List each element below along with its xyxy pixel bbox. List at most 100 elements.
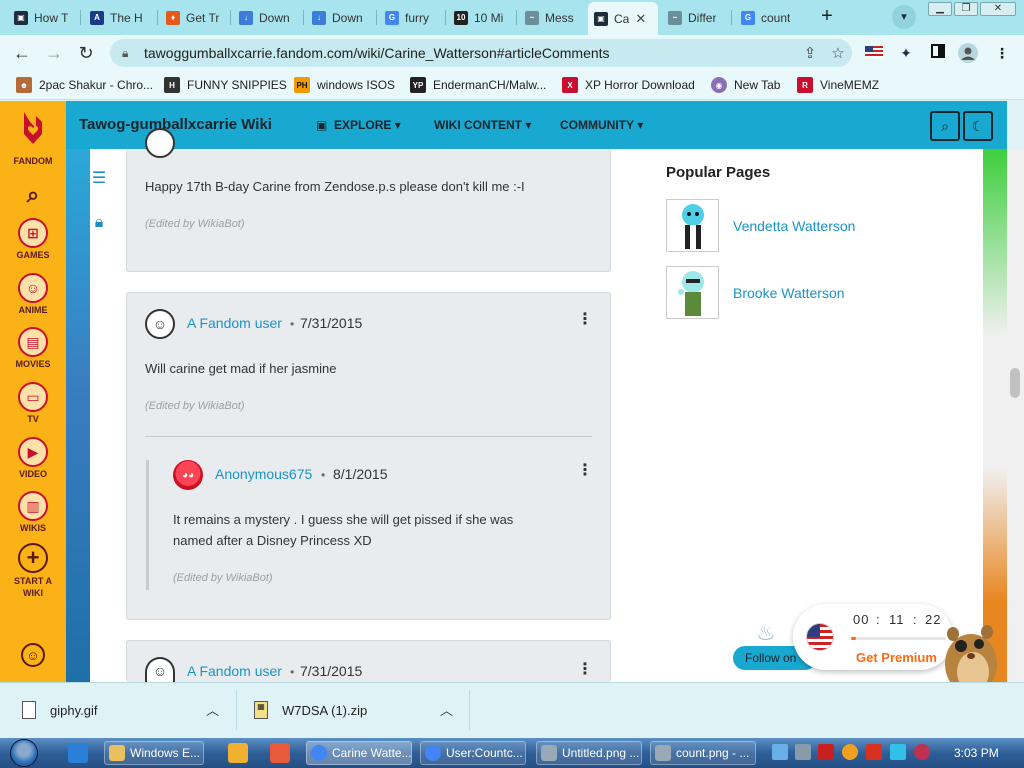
reply-divider xyxy=(145,436,592,437)
taskbar-window[interactable]: User:Countc... xyxy=(420,741,526,765)
rail-item-movies[interactable]: ▤ MOVIES xyxy=(0,327,66,369)
timer-hours: 00 xyxy=(853,612,870,627)
browser-tab[interactable]: G count xyxy=(735,5,805,30)
nav-community[interactable]: COMMUNITY ▾ xyxy=(560,118,643,132)
bookmark-item[interactable]: H FUNNY SNIPPIES xyxy=(164,76,287,94)
close-tab-icon[interactable]: ✕ xyxy=(635,11,646,27)
tray-monitor-icon[interactable] xyxy=(890,744,906,760)
vendetta-thumbnail[interactable] xyxy=(666,199,719,252)
download-item[interactable]: ▦ W7DSA (1).zip xyxy=(254,695,367,725)
fandom-logo[interactable]: FANDOM xyxy=(0,110,66,166)
browser-tab[interactable]: A The H xyxy=(84,5,156,30)
back-arrow-icon[interactable]: ← xyxy=(10,41,34,65)
media-player-icon[interactable] xyxy=(228,743,248,763)
menu-kebab-icon[interactable]: ⋮ xyxy=(992,43,1012,63)
ie-icon[interactable] xyxy=(68,743,88,763)
taskbar-window[interactable]: Untitled.png ... xyxy=(536,741,642,765)
chevron-up-icon[interactable]: ︿ xyxy=(206,700,219,719)
rail-item-anime[interactable]: ☺ ANIME xyxy=(0,273,66,315)
browser-tab[interactable]: G furry xyxy=(379,5,444,30)
download-item[interactable]: giphy.gif xyxy=(22,695,97,725)
new-tab-button[interactable]: + xyxy=(814,5,840,29)
browser-tab-active[interactable]: ▣ Ca ✕ xyxy=(588,2,658,35)
tray-record-icon[interactable] xyxy=(914,744,930,760)
rail-item-wikis[interactable]: ▥ WIKIS xyxy=(0,491,66,533)
page-scrollbar[interactable] xyxy=(1007,149,1024,682)
bookmark-item[interactable]: R VineMEMZ xyxy=(797,76,879,94)
browser-tab[interactable]: ~ Mess xyxy=(519,5,585,30)
toc-list-icon[interactable]: ☰ xyxy=(90,168,108,190)
taskbar-clock[interactable]: 3:03 PM xyxy=(954,746,999,760)
rail-user[interactable]: ☺ xyxy=(0,643,66,669)
tab-search-chevron-icon[interactable]: ▾ xyxy=(892,5,916,29)
restore-button[interactable]: ❐ xyxy=(954,2,978,16)
comment-author[interactable]: A Fandom user xyxy=(187,663,282,679)
get-premium-link[interactable]: Get Premium xyxy=(856,650,937,665)
popular-page-link[interactable]: Brooke Watterson xyxy=(733,285,845,301)
comment-options-icon[interactable]: ⋮ xyxy=(577,660,593,680)
bookmark-star-icon[interactable]: ☆ xyxy=(824,44,852,62)
browser-tab[interactable]: 10 10 Mi xyxy=(448,5,516,30)
forward-arrow-icon[interactable]: → xyxy=(42,41,66,65)
paint-icon[interactable] xyxy=(270,743,290,763)
tab-separator xyxy=(80,10,81,25)
reload-icon[interactable]: ↻ xyxy=(74,41,98,65)
brooke-thumbnail[interactable] xyxy=(666,266,719,319)
start-button[interactable] xyxy=(10,739,38,767)
comment-author[interactable]: A Fandom user xyxy=(187,315,282,331)
profile-avatar-icon[interactable] xyxy=(958,43,978,63)
popular-page-link[interactable]: Vendetta Watterson xyxy=(733,218,855,234)
browser-tab[interactable]: ↓ Down xyxy=(233,5,303,30)
nav-explore[interactable]: ▣ EXPLORE ▾ xyxy=(316,118,401,132)
browser-tab[interactable]: ▣ How T xyxy=(8,5,78,30)
popular-pages-heading: Popular Pages xyxy=(666,164,771,181)
us-flag-extension-icon[interactable] xyxy=(864,43,884,63)
tray-network-icon[interactable] xyxy=(772,744,788,760)
timer-progress-track xyxy=(851,637,946,640)
nav-wiki-content[interactable]: WIKI CONTENT ▾ xyxy=(434,118,531,132)
reply-author[interactable]: Anonymous675 xyxy=(215,466,312,482)
bookmark-item[interactable]: ☻ 2pac Shakur - Chro... xyxy=(16,76,153,94)
chevron-up-icon[interactable]: ︿ xyxy=(440,700,453,719)
taskbar-window[interactable]: count.png - ... xyxy=(650,741,756,765)
reply-options-icon[interactable]: ⋮ xyxy=(577,461,593,481)
bookmark-item[interactable]: ◉ New Tab xyxy=(711,76,780,94)
user-avatar-icon: ☺ xyxy=(145,309,175,339)
wikis-icon: ▥ xyxy=(18,491,48,521)
close-window-button[interactable]: ✕ xyxy=(980,2,1016,16)
lock-icon[interactable]: 🔒︎ xyxy=(90,214,108,236)
minimize-button[interactable]: ▁ xyxy=(928,2,952,16)
rail-search[interactable]: ⌕ xyxy=(0,182,66,208)
browser-tab[interactable]: ~ Differ xyxy=(662,5,728,30)
extensions-puzzle-icon[interactable]: ✦ xyxy=(896,43,916,63)
bookmark-item[interactable]: X XP Horror Download xyxy=(562,76,695,94)
wiki-name[interactable]: Tawog-gumballxcarrie Wiki xyxy=(79,116,272,133)
timer-colon: : xyxy=(876,612,880,627)
scrollbar-thumb[interactable] xyxy=(1010,368,1020,398)
rail-item-games[interactable]: ⊞ GAMES xyxy=(0,218,66,260)
comment-options-icon[interactable]: ⋮ xyxy=(577,310,593,330)
rail-item-video[interactable]: ▶ VIDEO xyxy=(0,437,66,479)
side-panel-icon[interactable] xyxy=(928,43,948,63)
tray-v-icon[interactable] xyxy=(818,744,834,760)
search-icon: ⌕ xyxy=(941,118,949,134)
browser-tab[interactable]: ↓ Down xyxy=(306,5,376,30)
bookmarks-bar: ☻ 2pac Shakur - Chro... H FUNNY SNIPPIES… xyxy=(0,70,1024,100)
taskbar-window-active[interactable]: Carine Watte... xyxy=(306,741,412,765)
tray-search-icon[interactable] xyxy=(842,744,858,760)
rail-item-start-a-wiki[interactable]: + START A WIKI xyxy=(0,543,66,599)
tab-favicon-icon: ♦ xyxy=(166,10,180,25)
wiki-search-button[interactable]: ⌕ xyxy=(930,111,960,141)
bookmark-item[interactable]: YP EndermanCH/Malw... xyxy=(410,76,546,94)
rail-item-tv[interactable]: ▭ TV xyxy=(0,382,66,424)
us-flag-icon[interactable] xyxy=(806,623,834,651)
theme-toggle-button[interactable]: ☾ xyxy=(963,111,993,141)
browser-tab[interactable]: ♦ Get Tr xyxy=(160,5,230,30)
bookmark-item[interactable]: PH windows ISOS xyxy=(294,76,395,94)
tray-flag-icon[interactable] xyxy=(866,744,882,760)
tray-app-icon[interactable] xyxy=(795,744,811,760)
lock-icon[interactable]: 🔒︎ xyxy=(122,46,134,61)
taskbar-window[interactable]: Windows E... xyxy=(104,741,204,765)
address-bar[interactable]: 🔒︎ tawoggumballxcarrie.fandom.com/wiki/C… xyxy=(110,39,852,67)
share-icon[interactable]: ⇪ xyxy=(796,44,824,62)
